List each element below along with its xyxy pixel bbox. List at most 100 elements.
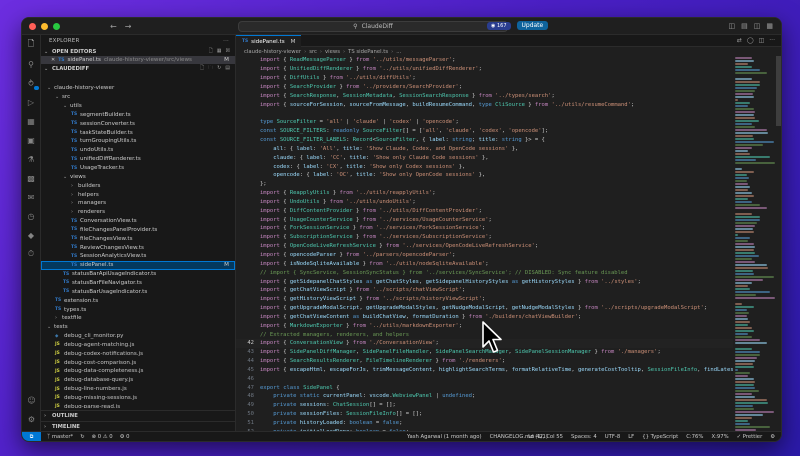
toggle-sidebar-icon[interactable]: ◫ [729,22,736,30]
code-line[interactable]: 47 export class SidePanel { [236,383,733,392]
command-center-search[interactable]: ⚲ ClaudeDiff [238,21,508,32]
code-line[interactable]: import { UndoUtils } from '../utils/undo… [236,198,733,207]
code-line[interactable]: import { SearchProvider } from '../provi… [236,83,733,92]
code-line[interactable]: 46 [236,374,733,383]
code-line[interactable]: type SourceFilter = 'all' | 'claude' | '… [236,118,733,127]
toggle-secondary-sidebar-icon[interactable]: ◫ [754,22,761,30]
tree-folder[interactable]: › renderers [41,208,235,217]
tree-file[interactable]: TS UsageTracker.ts [41,164,235,173]
sync-icon[interactable]: ↻ [80,434,84,440]
code-line[interactable]: 50 private sessionFiles: SessionFileInfo… [236,410,733,419]
forward-arrow-icon[interactable]: → [125,22,132,31]
tree-file[interactable]: JS debug-cost-comparison.js [41,358,235,367]
back-arrow-icon[interactable]: ← [110,22,117,31]
customize-layout-icon[interactable]: ▦ [766,22,773,30]
code-line[interactable]: import { getChatViewContent as buildChat… [236,312,733,321]
new-folder-icon[interactable]: 🗀 [208,65,213,73]
code-line[interactable]: import { SearchResponse, SessionMetadata… [236,91,733,100]
refresh-icon[interactable]: ↻ [217,65,221,73]
tree-folder[interactable]: › helpers [41,190,235,199]
tree-file[interactable]: TS extension.ts [41,296,235,305]
code-line[interactable] [236,109,733,118]
chat-icon[interactable]: ✉ [25,191,37,203]
timeline-section[interactable]: › TIMELINE [41,421,235,431]
accounts-icon[interactable]: ☺ [26,394,38,406]
code-line[interactable]: 48 private static currentPanel: vscode.W… [236,392,733,401]
tree-file[interactable]: TS segmentBuilder.ts [41,111,235,120]
git-blame[interactable]: Yash Agarwal (1 month ago) [407,434,482,440]
code-line[interactable]: import { getHistoryViewScript } from '..… [236,295,733,304]
tree-file[interactable]: TS ReviewChangesView.ts [41,243,235,252]
remote-explorer-icon[interactable]: ▣ [25,134,37,146]
code-line[interactable]: all: { label: 'All', title: 'Show Claude… [236,144,733,153]
code-line[interactable]: opencode: { label: 'OC', title: 'Show on… [236,171,733,180]
save-all-icon[interactable]: ▦ [217,48,222,56]
update-button[interactable]: Update [516,21,549,30]
tree-file[interactable]: TS turnGroupingUtils.ts [41,137,235,146]
toggle-panel-icon[interactable]: ▤ [741,22,748,30]
code-line[interactable]: import { sourceForSession, sourceFromMes… [236,100,733,109]
code-line[interactable]: import { getChatViewScript } from '../sc… [236,286,733,295]
run-debug-icon[interactable]: ▷ [25,96,37,108]
settings-gear-icon[interactable]: ⚙ [26,413,38,425]
tree-file[interactable]: JS debug-parse-read.js [41,402,235,408]
tree-file[interactable]: JS debug-database-query.js [41,376,235,385]
problems-indicator[interactable]: ⊗ 0 ⚠ 0 [92,434,113,440]
tree-file[interactable]: TS unifiedDiffRenderer.ts [41,155,235,164]
more-actions-icon[interactable]: ··· [223,38,229,44]
history-icon[interactable]: ⏱ [25,248,37,260]
tree-folder[interactable]: › textfile [41,314,235,323]
maximize-window-button[interactable] [53,22,60,30]
code-line[interactable]: import { getUpgradeModalScript, getUpgra… [236,304,733,313]
copilot-badge[interactable]: ◉ 167 [487,21,511,30]
breadcrumb-item[interactable]: TS sidePanel.ts [348,49,388,55]
tab-sidepanel[interactable]: TS sidePanel.ts M [236,35,302,47]
explorer-icon[interactable]: 🗋 [25,39,37,51]
tree-file[interactable]: JS debug-line-numbers.js [41,385,235,394]
code-line[interactable]: claude: { label: 'CC', title: 'Show only… [236,153,733,162]
code-line[interactable]: 45 import { escapeHtml, escapeForJs, trim… [236,366,733,375]
tree-folder[interactable]: ⌄ claude-history-viewer [41,84,235,93]
code-line[interactable]: import { ReapplyUtils } from '../utils/r… [236,189,733,198]
code-line[interactable]: import { SubscriptionService } from '../… [236,233,733,242]
code-line[interactable]: import { UnifiedDiffRenderer } from '../… [236,65,733,74]
notifications-bell-icon[interactable]: ⚙ [770,434,775,440]
code-line[interactable]: import { DiffUtils } from '../utils/diff… [236,74,733,83]
compare-changes-icon[interactable]: ⇄ [737,37,742,44]
tree-file[interactable]: TS undoUtils.ts [41,146,235,155]
coverage-c[interactable]: C:76% [686,434,703,440]
code-line[interactable]: codex: { label: 'CX', title: 'Show only … [236,162,733,171]
split-editor-icon[interactable]: ◫ [759,37,765,44]
tree-file[interactable]: TS statusBarApiUsageIndicator.ts [41,270,235,279]
code-line[interactable]: import { ReadMessageParser } from '../ut… [236,56,733,65]
breadcrumb-item[interactable]: ... [396,49,401,55]
tree-file[interactable]: TS statusBarUsageIndicator.ts [41,287,235,296]
docker-icon[interactable]: ▩ [25,172,37,184]
code-line[interactable]: 44 import { SearchResultsRenderer, FileTi… [236,357,733,366]
code-line[interactable]: import { UsageCounterService } from '../… [236,215,733,224]
search-view-icon[interactable]: ⚲ [25,58,37,70]
close-all-icon[interactable]: ☒ [226,48,230,56]
close-icon[interactable]: ✕ [51,57,55,63]
end-of-line[interactable]: LF [628,434,634,440]
language-mode[interactable]: {} TypeScript [642,434,678,440]
tree-folder[interactable]: ⌄ src [41,93,235,102]
code-line[interactable]: 49 private sessions: ChatSession[] = []; [236,401,733,410]
tree-file[interactable]: TS sessionConverter.ts [41,119,235,128]
editor-scrollbar[interactable] [776,56,781,126]
open-editor-item[interactable]: ✕ TS sidePanel.ts claude-history-viewer/… [41,56,235,64]
breadcrumb-item[interactable]: views [325,49,340,55]
breadcrumb-item[interactable]: claude-history-viewer [244,49,301,55]
collapse-all-icon[interactable]: ▤ [225,65,230,73]
tree-folder[interactable]: ⌄ utils [41,102,235,111]
tree-file[interactable]: TS taskStateBuilder.ts [41,128,235,137]
breadcrumb-item[interactable]: src [309,49,317,55]
tree-file[interactable]: JS debug-data-completeness.js [41,367,235,376]
code-line[interactable]: 51 private historyLoaded: boolean = fals… [236,419,733,428]
tree-file[interactable]: TS statusBarFileNavigator.ts [41,279,235,288]
code-line[interactable]: import { OpenCodeLiveRefreshService } fr… [236,242,733,251]
cursor-position[interactable]: Ln 42, Col 55 [528,434,563,440]
branch-indicator[interactable]: ᛉ master* [47,434,73,440]
code-line[interactable]: import { opencodeParser } from '../parse… [236,251,733,260]
outline-section[interactable]: › OUTLINE [41,410,235,420]
